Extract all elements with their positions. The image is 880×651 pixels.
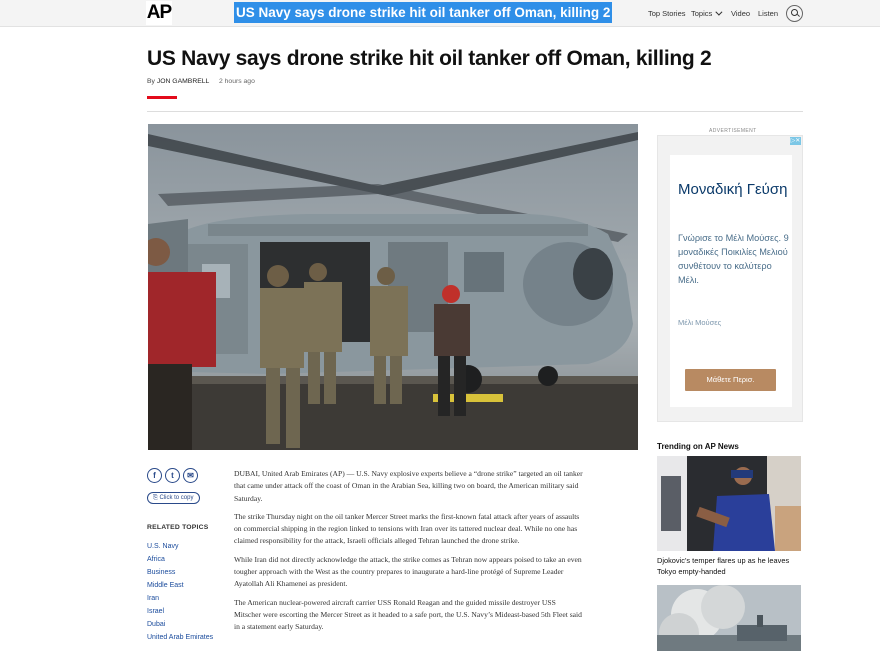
related-topic-link[interactable]: Business [147, 566, 213, 579]
related-topic-link[interactable]: Dubai [147, 618, 213, 631]
email-icon[interactable]: ✉ [183, 468, 198, 483]
ad-description: Γνώρισε το Μέλι Μούσες. 9 μοναδικές Ποικ… [678, 233, 789, 285]
ad-content[interactable]: Μοναδική Γεύση Γνώρισε το Μέλι Μούσες. 9… [670, 155, 792, 407]
article-paragraph: The American nuclear-powered aircraft ca… [234, 597, 582, 632]
tennis-photo [657, 456, 801, 551]
advertisement-label: ADVERTISEMENT [709, 128, 757, 134]
article-paragraph: While Iran did not directly acknowledge … [234, 554, 582, 589]
trending-image[interactable] [657, 585, 801, 651]
article-paragraph: The strike Thursday night on the oil tan… [234, 511, 580, 546]
twitter-icon[interactable]: t [165, 468, 180, 483]
copy-link-button[interactable]: ⎘ Click to copy [147, 492, 200, 504]
article-body: DUBAI, United Arab Emirates (AP) — U.S. … [234, 468, 584, 640]
nav-topics[interactable]: Topics [691, 0, 723, 27]
advertisement[interactable]: ▷✕ Μοναδική Γεύση Γνώρισε το Μέλι Μούσες… [657, 135, 803, 422]
share-buttons: f t ✉ [147, 468, 198, 483]
top-bar: AP US Navy says drone strike hit oil tan… [0, 0, 880, 27]
facebook-icon[interactable]: f [147, 468, 162, 483]
byline-prefix: By [147, 78, 155, 85]
trending-title: Trending on AP News [657, 442, 739, 451]
byline: By JON GAMBRELL 2 hours ago [147, 78, 255, 85]
smoke-photo [657, 585, 801, 651]
copy-label: Click to copy [159, 495, 194, 501]
timestamp: 2 hours ago [218, 78, 255, 85]
divider [147, 111, 803, 112]
related-topic-link[interactable]: United Arab Emirates [147, 631, 213, 644]
nav-label[interactable]: Listen [758, 9, 778, 18]
nav-label[interactable]: Video [731, 9, 750, 18]
related-topics-title: RELATED TOPICS [147, 524, 209, 531]
accent-bar [147, 96, 177, 99]
top-headline: US Navy says drone strike hit oil tanker… [234, 2, 613, 23]
page-title: US Navy says drone strike hit oil tanker… [147, 47, 712, 70]
related-topic-link[interactable]: Middle East [147, 579, 213, 592]
ap-logo[interactable]: AP [146, 1, 172, 25]
trending-caption[interactable]: Djokovic’s temper flares up as he leaves… [657, 556, 807, 577]
nav-video[interactable]: Video [731, 0, 750, 27]
trending-image[interactable] [657, 456, 801, 551]
related-topic-link[interactable]: U.S. Navy [147, 540, 213, 553]
ad-cta-button[interactable]: Μάθετε Περισ. [685, 369, 776, 391]
ad-brand: Μέλι Μούσες [678, 318, 722, 327]
article-paragraph: DUBAI, United Arab Emirates (AP) — U.S. … [234, 469, 583, 503]
author-link[interactable]: JON GAMBRELL [157, 78, 209, 85]
related-topic-link[interactable]: Iran [147, 592, 213, 605]
nav-label[interactable]: Topics [691, 9, 712, 18]
chevron-down-icon [715, 8, 723, 16]
ad-choices-icon[interactable]: ▷✕ [790, 137, 801, 145]
related-topic-link[interactable]: Africa [147, 553, 213, 566]
related-topics-list: U.S. Navy Africa Business Middle East Ir… [147, 540, 213, 644]
search-icon[interactable] [786, 5, 803, 22]
related-topic-link[interactable]: Israel [147, 605, 213, 618]
helicopter-photo [148, 124, 638, 450]
hero-image[interactable] [148, 124, 638, 450]
nav-top-stories[interactable]: Top Stories [648, 0, 686, 27]
ad-title: Μοναδική Γεύση [678, 181, 788, 198]
nav-listen[interactable]: Listen [758, 0, 778, 27]
nav-label[interactable]: Top Stories [648, 9, 686, 18]
